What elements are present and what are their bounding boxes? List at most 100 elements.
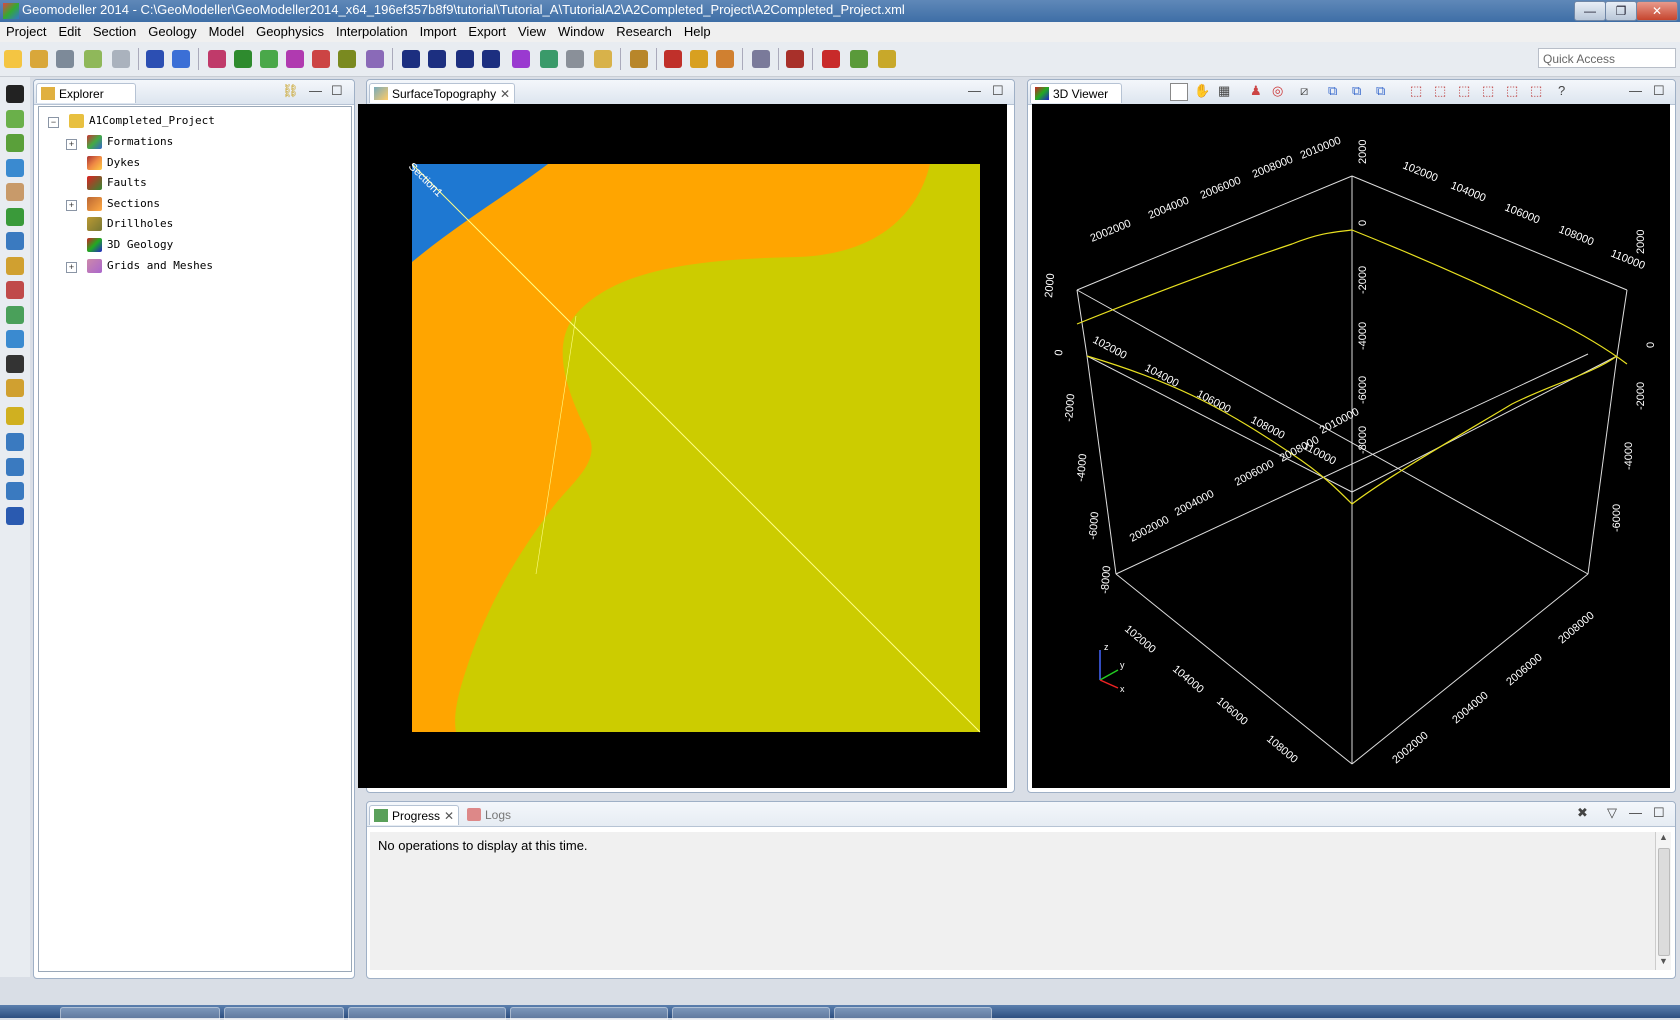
last-icon[interactable] [482,50,500,68]
expand-formations-icon[interactable]: + [66,139,77,150]
menu-import[interactable]: Import [414,22,463,42]
pen-tool-icon[interactable] [260,50,278,68]
box-copy-icon[interactable]: ⧉ [1376,83,1385,99]
close-tab-icon[interactable]: ✕ [500,84,510,104]
fit-view-icon[interactable] [6,407,24,425]
flag-icon[interactable] [822,50,840,68]
minimize-button[interactable]: — [1574,1,1606,21]
zoom-out-icon[interactable] [6,458,24,476]
tab-surface-topography[interactable]: SurfaceTopography ✕ [369,83,515,103]
menu-export[interactable]: Export [462,22,512,42]
link-icon[interactable]: ⛓ [282,83,299,99]
compute-icon[interactable] [630,50,648,68]
taskbar-button[interactable] [60,1007,220,1020]
next-icon[interactable] [456,50,474,68]
select-mode-icon[interactable] [1170,83,1188,101]
viewer-help-icon[interactable]: ? [1558,83,1565,98]
help-icon[interactable] [6,507,24,525]
progress-scrollbar[interactable]: ▲ ▼ [1655,832,1671,970]
sphere-icon[interactable] [512,50,530,68]
restore-button[interactable]: ❐ [1605,1,1637,21]
menu-geology[interactable]: Geology [142,22,202,42]
new-project-icon[interactable] [4,50,22,68]
view-top-icon[interactable]: ⬚ [1410,83,1422,99]
tree-item-drillholes[interactable]: Drillholes [107,214,173,234]
menu-geophysics[interactable]: Geophysics [250,22,330,42]
grid-view-icon[interactable]: ▦ [1218,83,1230,99]
orientation-tool-icon[interactable] [338,50,356,68]
trace-tool-icon[interactable] [366,50,384,68]
target-icon[interactable]: ◎ [1272,83,1283,99]
view-side-icon[interactable]: ⬚ [1482,83,1494,99]
tree-item-grids-and-meshes[interactable]: Grids and Meshes [107,256,213,276]
maximize-editor-icon[interactable]: ☐ [992,83,1004,99]
box-add-icon[interactable]: ⧉ [1328,83,1337,99]
measure-icon[interactable] [6,355,24,373]
close-button[interactable]: ✕ [1636,1,1678,21]
view-front-icon[interactable]: ⬚ [1458,83,1470,99]
tree-item-3d-geology[interactable]: 3D Geology [107,235,173,255]
zoom-box-icon[interactable] [6,433,24,451]
taskbar-button[interactable] [224,1007,344,1020]
fault-section-icon[interactable] [172,50,190,68]
menu-view[interactable]: View [512,22,552,42]
save-icon[interactable] [56,50,74,68]
sparkle-icon[interactable] [6,330,24,348]
expand-grids-icon[interactable]: + [66,262,77,273]
maximize-viewer-icon[interactable]: ☐ [1653,83,1665,99]
print-icon[interactable] [112,50,130,68]
map-canvas[interactable]: Section1 [358,104,1007,788]
slice-icon[interactable]: ⧄ [1300,83,1308,99]
menu-edit[interactable]: Edit [52,22,86,42]
taskbar-button[interactable] [348,1007,506,1020]
maximize-panel-icon[interactable]: ☐ [331,83,343,99]
minimize-panel-icon[interactable]: — [309,83,322,98]
box-settings-icon[interactable]: ⧉ [1352,83,1361,99]
tab-logs[interactable]: Logs [465,805,511,825]
drillhole-icon[interactable] [878,50,896,68]
taskbar-button[interactable] [834,1007,992,1020]
pointer-icon[interactable] [6,85,24,103]
delete-icon[interactable] [566,50,584,68]
close-progress-tab-icon[interactable]: ✕ [444,806,454,826]
open-folder-icon[interactable] [30,50,48,68]
curve-icon[interactable] [664,50,682,68]
expand-sections-icon[interactable]: + [66,200,77,211]
move-icon[interactable] [6,208,24,226]
menu-window[interactable]: Window [552,22,610,42]
tab-explorer[interactable]: Explorer [36,83,136,103]
menu-help[interactable]: Help [678,22,717,42]
select-icon[interactable] [6,281,24,299]
view-iso-icon[interactable]: ⬚ [1434,83,1446,99]
pan-hand-icon[interactable] [6,183,24,201]
view-bottom-icon[interactable]: ⬚ [1530,83,1542,99]
map-icon[interactable] [690,50,708,68]
properties-icon[interactable] [594,50,612,68]
minimize-editor-icon[interactable]: — [968,83,981,98]
probe-icon[interactable]: ♟ [1250,83,1262,99]
help-query-icon[interactable] [6,379,24,397]
query-icon[interactable] [6,257,24,275]
quick-access-input[interactable]: Quick Access [1538,48,1676,68]
viewer-canvas[interactable]: 2002000 2004000 2006000 2008000 2010000 … [1032,104,1670,788]
scroll-down-icon[interactable]: ▼ [1656,956,1671,970]
first-icon[interactable] [402,50,420,68]
geophysics-icon[interactable] [786,50,804,68]
draw-tool-icon[interactable] [208,50,226,68]
section-icon[interactable] [146,50,164,68]
menu-section[interactable]: Section [87,22,142,42]
maximize-progress-icon[interactable]: ☐ [1653,805,1665,821]
expand-root-icon[interactable]: − [48,117,59,128]
menu-research[interactable]: Research [610,22,678,42]
refresh-icon[interactable] [540,50,558,68]
zoom-icon[interactable] [6,159,24,177]
menu-interpolation[interactable]: Interpolation [330,22,414,42]
menu-model[interactable]: Model [203,22,250,42]
model-icon[interactable] [716,50,734,68]
tree-item-sections[interactable]: Sections [107,194,160,214]
tree-item-faults[interactable]: Faults [107,173,147,193]
interface-tool-icon[interactable] [312,50,330,68]
edit-points-icon[interactable] [6,306,24,324]
scroll-up-icon[interactable]: ▲ [1656,832,1671,846]
zoom-window-icon[interactable] [6,482,24,500]
